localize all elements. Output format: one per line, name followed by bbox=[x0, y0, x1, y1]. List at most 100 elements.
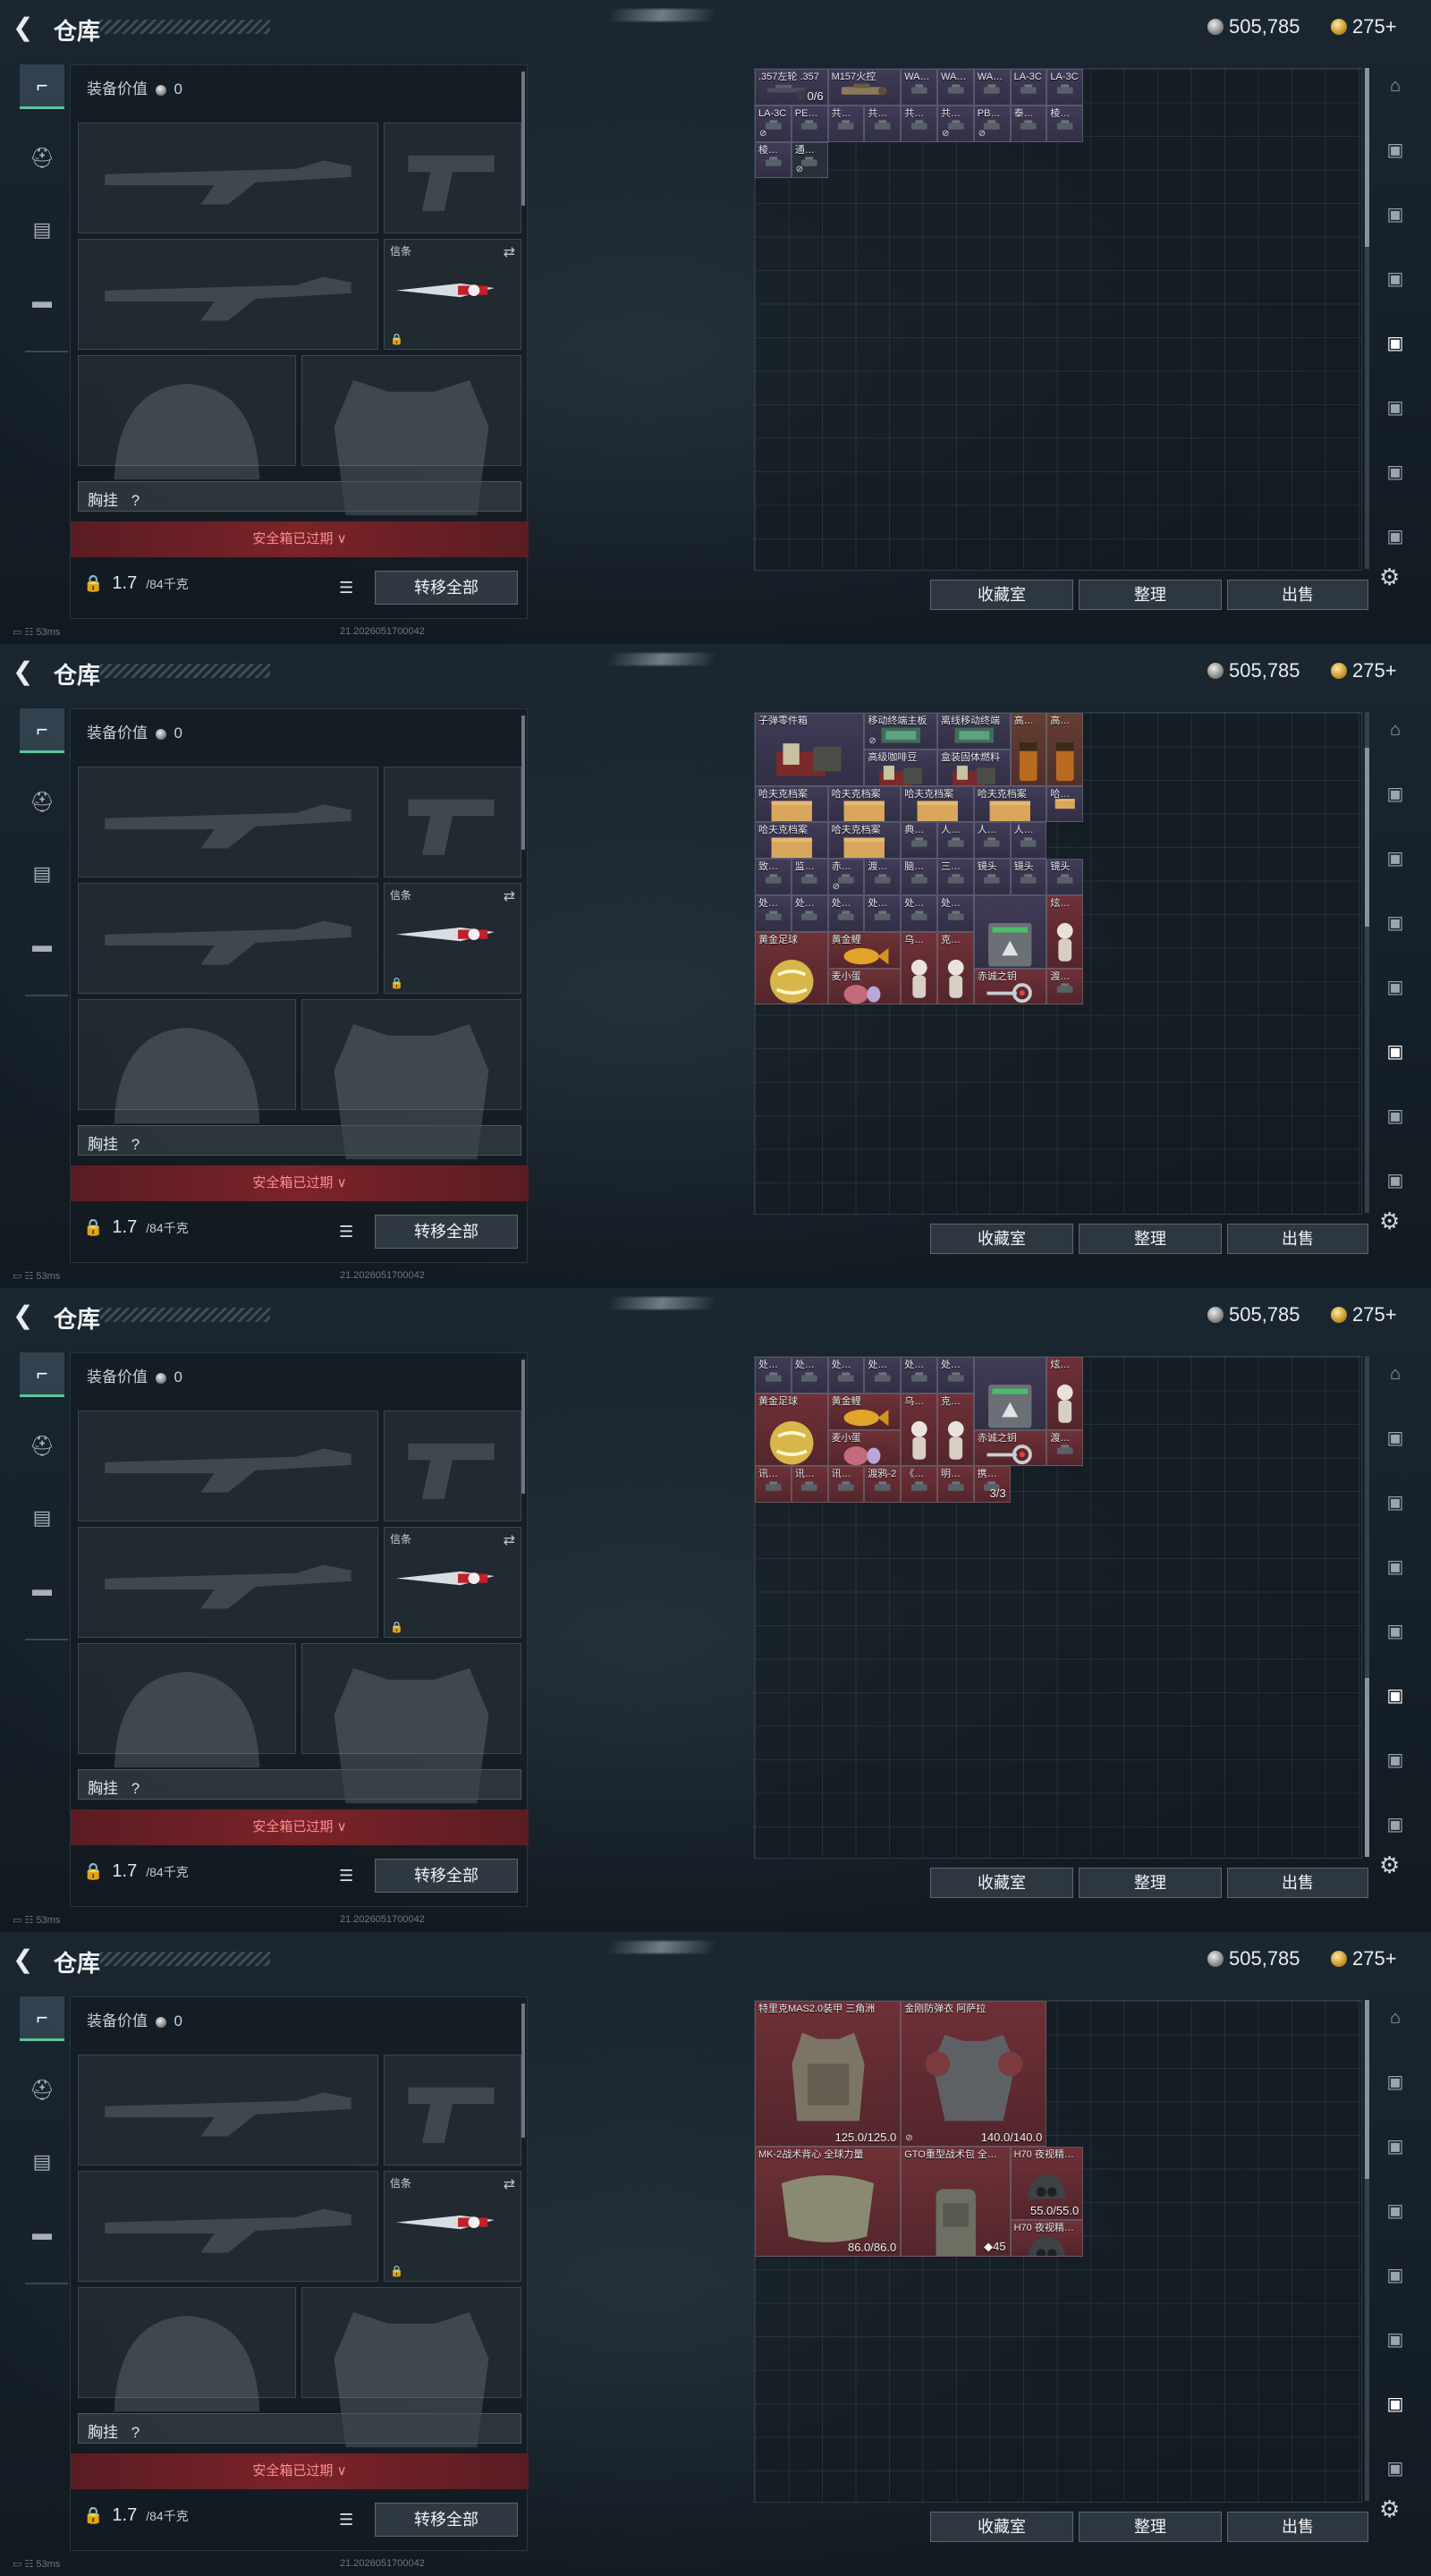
storage-tab-icon[interactable]: ▣ bbox=[1378, 973, 1412, 1002]
sidearm-slot[interactable] bbox=[384, 2055, 521, 2165]
stash-item[interactable]: 共振三代... bbox=[827, 105, 865, 142]
collection-room-button[interactable]: 收藏室 bbox=[930, 1224, 1073, 1254]
back-arrow-icon[interactable]: ❮ bbox=[13, 658, 39, 685]
stash-item[interactable]: 三角龙骨 bbox=[937, 859, 974, 895]
gear-icon[interactable]: ⚙ bbox=[1379, 2496, 1400, 2523]
stash-item[interactable]: 处理器 bbox=[791, 1357, 828, 1394]
armor-slot[interactable] bbox=[301, 2287, 521, 2448]
sell-button[interactable]: 出售 bbox=[1227, 1868, 1368, 1898]
storage-tab-icon[interactable]: ▣ bbox=[1378, 909, 1412, 937]
stash-item[interactable]: 人工骨骼 bbox=[1010, 822, 1047, 860]
stash-item[interactable]: PBS低式 ⊘ bbox=[973, 105, 1011, 142]
stash-item[interactable]: 讯息纸条 bbox=[755, 1466, 792, 1504]
storage-tab-icon[interactable]: ▣ bbox=[1378, 1166, 1412, 1195]
stash-scrollbar[interactable] bbox=[1365, 68, 1369, 569]
currency-gold[interactable]: 275+ bbox=[1331, 15, 1397, 38]
stash-item[interactable]: LA-3C bbox=[1010, 69, 1047, 106]
back-arrow-icon[interactable]: ❮ bbox=[13, 14, 39, 41]
rail-tab-armor[interactable]: ⛑ bbox=[20, 1424, 64, 1469]
stash-item[interactable]: 克小圈 bbox=[937, 931, 974, 1005]
storage-tab-icon[interactable]: ▣ bbox=[1378, 780, 1412, 809]
stash-item[interactable] bbox=[973, 895, 1047, 969]
loadout-scrollbar[interactable] bbox=[521, 716, 525, 850]
storage-tab-icon[interactable]: ▣ bbox=[1378, 1617, 1412, 1646]
storage-tab-icon[interactable]: ▣ bbox=[1378, 265, 1412, 293]
rail-tab-armor[interactable]: ⛑ bbox=[20, 780, 64, 825]
stash-item[interactable]: 移动终端主板 ⊘ bbox=[864, 713, 937, 750]
stash-scrollbar[interactable] bbox=[1365, 2000, 1369, 2501]
stash-item[interactable]: 赤诚之钥 bbox=[973, 1429, 1047, 1467]
stash-item[interactable]: 棱镜二倍 bbox=[755, 141, 792, 179]
rail-tab-weapons[interactable]: ⌐ bbox=[20, 64, 64, 109]
collection-room-button[interactable]: 收藏室 bbox=[930, 580, 1073, 610]
storage-tab-icon[interactable]: ▣ bbox=[1378, 2068, 1412, 2097]
stash-scroll-thumb[interactable] bbox=[1365, 748, 1369, 927]
stash-item[interactable]: 哈夫克档案 bbox=[1046, 785, 1084, 823]
stash-item[interactable]: .357左轮 .357 0/6 bbox=[755, 69, 828, 106]
storage-tab-icon[interactable]: ▣ bbox=[1378, 136, 1412, 165]
stash-item[interactable]: 炫彩克小圈 bbox=[1046, 1357, 1084, 1430]
stash-item[interactable]: 子弹零件箱 bbox=[755, 713, 865, 786]
stash-item[interactable]: 乌小蛋 bbox=[901, 931, 937, 1005]
secondary-weapon-slot[interactable] bbox=[78, 1527, 378, 1638]
stash-item[interactable]: 处理器 bbox=[937, 1357, 974, 1394]
stash-item[interactable]: 渡鸦-2 bbox=[864, 1466, 902, 1504]
stash-item[interactable]: 处理器 bbox=[827, 1357, 865, 1394]
currency-gold[interactable]: 275+ bbox=[1331, 659, 1397, 682]
rail-tab-bag[interactable]: ▬ bbox=[20, 1567, 64, 1612]
stash-item[interactable]: 赤兔档案 ⊘ bbox=[827, 859, 865, 895]
home-storage-icon[interactable]: ⌂ bbox=[1378, 72, 1412, 100]
chest-rig-slot[interactable]: 胸挂 ? bbox=[78, 1125, 521, 1156]
stash-item[interactable]: 处理器 bbox=[937, 895, 974, 932]
transfer-all-button[interactable]: 转移全部 bbox=[375, 2503, 518, 2537]
stash-item[interactable]: 高级咖啡豆 bbox=[864, 749, 937, 786]
primary-weapon-slot[interactable] bbox=[78, 2055, 378, 2165]
home-storage-icon[interactable]: ⌂ bbox=[1378, 716, 1412, 744]
stash-scrollbar[interactable] bbox=[1365, 712, 1369, 1213]
stash-item[interactable]: 炫彩克小圈 bbox=[1046, 895, 1084, 969]
stash-item[interactable]: M157火控 bbox=[827, 69, 902, 106]
storage-tab-icon[interactable]: ▣ bbox=[1378, 1553, 1412, 1581]
currency-gold[interactable]: 275+ bbox=[1331, 1303, 1397, 1326]
storage-tab-icon[interactable]: ▣ bbox=[1378, 1488, 1412, 1517]
storage-tab-icon[interactable]: ▣ bbox=[1378, 2454, 1412, 2483]
storage-tab-icon[interactable]: ▣ bbox=[1378, 200, 1412, 229]
safe-case-expired-banner[interactable]: 安全箱已过期 ∨ bbox=[71, 1809, 529, 1845]
sidearm-slot[interactable] bbox=[384, 1411, 521, 1521]
stash-item[interactable]: 克小圈 bbox=[937, 1393, 974, 1467]
storage-tab-icon[interactable]: ▣ bbox=[1378, 1682, 1412, 1710]
stash-item[interactable]: 明日方舟... bbox=[937, 1466, 974, 1504]
sort-button[interactable]: 整理 bbox=[1079, 2512, 1222, 2542]
safe-case-expired-banner[interactable]: 安全箱已过期 ∨ bbox=[71, 2453, 529, 2489]
stash-item[interactable]: 哈夫克档案 bbox=[827, 785, 902, 823]
primary-weapon-slot[interactable] bbox=[78, 767, 378, 877]
stash-item[interactable]: 麦小蛋 bbox=[827, 1429, 902, 1467]
back-arrow-icon[interactable]: ❮ bbox=[13, 1302, 39, 1329]
stash-item[interactable] bbox=[973, 1357, 1047, 1430]
storage-tab-icon[interactable]: ▣ bbox=[1378, 329, 1412, 358]
stash-item[interactable]: 镜头 bbox=[1010, 859, 1047, 895]
safe-case-expired-banner[interactable]: 安全箱已过期 ∨ bbox=[71, 521, 529, 557]
list-icon[interactable]: ☰ bbox=[339, 1867, 353, 1885]
sidearm-slot[interactable] bbox=[384, 123, 521, 233]
stash-item[interactable]: LA-3C bbox=[1046, 69, 1084, 106]
stash-item[interactable]: 黄金足球 bbox=[755, 1393, 828, 1467]
melee-slot[interactable]: 信条 ⇄ 🔒 bbox=[384, 2171, 521, 2282]
stash-item[interactable]: 讯息纸条 bbox=[827, 1466, 865, 1504]
chest-rig-slot[interactable]: 胸挂 ? bbox=[78, 2413, 521, 2444]
melee-slot[interactable]: 信条 ⇄ 🔒 bbox=[384, 1527, 521, 1638]
stash-item[interactable]: 泰坦消音 bbox=[1010, 105, 1047, 142]
gear-icon[interactable]: ⚙ bbox=[1379, 564, 1400, 591]
rail-tab-rig[interactable]: ▤ bbox=[20, 2140, 64, 2184]
stash-item[interactable]: 人工骨骼 bbox=[973, 822, 1011, 860]
storage-tab-icon[interactable]: ▣ bbox=[1378, 1038, 1412, 1066]
stash-item[interactable]: 携手贺红包 3/3 bbox=[973, 1466, 1011, 1504]
primary-weapon-slot[interactable] bbox=[78, 1411, 378, 1521]
storage-tab-icon[interactable]: ▣ bbox=[1378, 844, 1412, 873]
stash-item[interactable]: 脑机端子 bbox=[901, 859, 937, 895]
stash-item[interactable]: 典狱长刀柄 bbox=[901, 822, 937, 860]
chest-rig-slot[interactable]: 胸挂 ? bbox=[78, 481, 521, 512]
stash-item[interactable]: 渡鸦之眼 II bbox=[1046, 1429, 1084, 1467]
storage-tab-icon[interactable]: ▣ bbox=[1378, 2261, 1412, 2290]
secondary-weapon-slot[interactable] bbox=[78, 239, 378, 350]
